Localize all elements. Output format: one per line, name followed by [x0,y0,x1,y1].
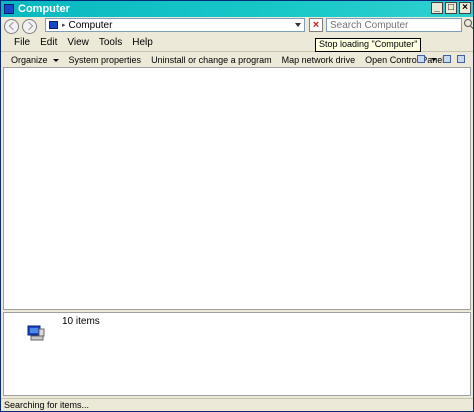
help-icon[interactable] [457,55,465,63]
breadcrumb-arrow-icon[interactable]: ▸ [62,21,66,29]
map-network-drive-button[interactable]: Map network drive [282,55,356,65]
window-title: Computer [18,3,70,15]
window-controls: _ □ × [431,2,471,14]
back-button[interactable] [4,18,19,34]
address-bar[interactable]: ▸ Computer [45,18,305,32]
chevron-down-icon [52,58,59,62]
search-icon[interactable] [464,19,472,27]
stop-loading-button[interactable]: × [309,18,323,32]
view-controls [417,55,465,63]
maximize-button[interactable]: □ [445,2,457,14]
menu-tools[interactable]: Tools [99,37,122,48]
organize-label: Organize [11,54,48,65]
command-bar: Organize System properties Uninstall or … [1,51,473,67]
forward-arrow-icon [24,21,33,31]
preview-pane-icon[interactable] [443,55,451,63]
minimize-button[interactable]: _ [431,2,443,14]
computer-icon [4,4,14,14]
back-arrow-icon [8,21,17,31]
close-button[interactable]: × [459,2,471,14]
menu-file[interactable]: File [14,37,30,48]
address-dropdown-icon[interactable] [295,23,301,27]
address-row: ▸ Computer × [1,17,473,35]
uninstall-program-button[interactable]: Uninstall or change a program [151,55,272,65]
views-dropdown-icon[interactable] [431,57,437,61]
menu-view[interactable]: View [67,37,89,48]
item-count: 10 items [62,316,100,327]
menu-edit[interactable]: Edit [40,37,57,48]
explorer-window: Computer _ □ × ▸ Computer × File Edit Vi… [0,0,474,412]
stop-loading-tooltip: Stop loading "Computer" [315,38,422,52]
forward-button[interactable] [22,18,37,34]
title-bar[interactable]: Computer _ □ × [1,1,473,17]
computer-icon [27,325,45,341]
menu-help[interactable]: Help [132,37,153,48]
details-pane: 10 items [3,312,471,396]
computer-icon [49,21,58,29]
organize-button[interactable]: Organize [11,55,59,65]
file-list-area[interactable] [3,67,471,310]
status-bar: Searching for items... [1,398,473,411]
search-input[interactable] [326,18,462,32]
views-icon[interactable] [417,55,425,63]
system-properties-button[interactable]: System properties [69,55,142,65]
address-location[interactable]: Computer [69,20,113,31]
